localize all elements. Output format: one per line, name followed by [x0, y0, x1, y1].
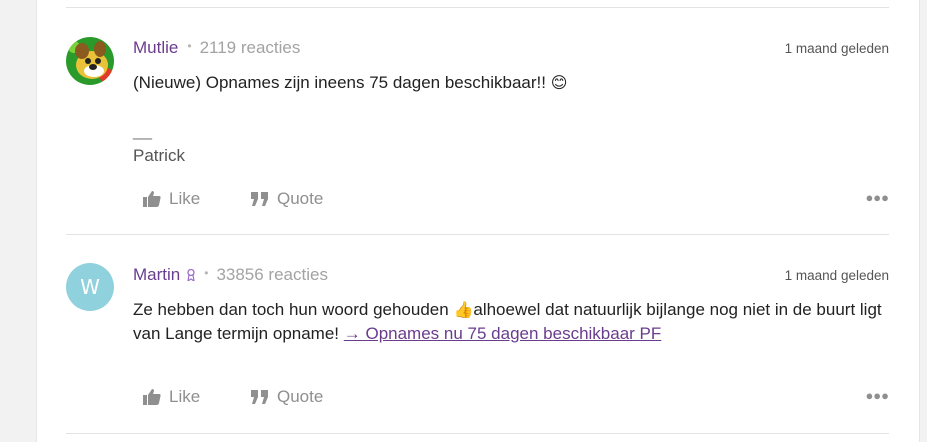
comment-meta: Mutlie • 2119 reacties [133, 38, 300, 58]
quote-icon [251, 192, 268, 206]
divider [66, 234, 889, 235]
like-label: Like [169, 387, 201, 406]
timestamp[interactable]: 1 maand geleden [785, 268, 889, 283]
article-link[interactable]: → Opnames nu 75 dagen beschikbaar PF [344, 324, 662, 343]
comment-actions: Like Quote [143, 387, 323, 407]
dog-cartoon-avatar [66, 37, 114, 85]
like-button[interactable]: Like [143, 189, 251, 209]
comments-card: Mutlie • 2119 reacties 1 maand geleden (… [36, 0, 920, 442]
reaction-count: 2119 reacties [199, 38, 301, 57]
quote-icon [251, 390, 268, 404]
comment-actions: Like Quote [143, 189, 323, 209]
divider [66, 433, 889, 434]
more-options-icon[interactable]: ●●● [865, 388, 889, 403]
signature: Patrick [133, 146, 185, 165]
quote-label: Quote [277, 189, 324, 208]
smile-emoji: 😊 [550, 73, 568, 92]
like-label: Like [169, 189, 201, 208]
thumbs-up-icon [143, 389, 161, 405]
timestamp[interactable]: 1 maand geleden [785, 41, 889, 56]
thumbs-up-emoji: 👍 [453, 300, 474, 319]
quote-button[interactable]: Quote [251, 189, 323, 209]
avatar[interactable] [66, 37, 114, 85]
comment-text: (Nieuwe) Opnames zijn ineens 75 dagen be… [133, 73, 546, 92]
thumbs-up-icon [143, 191, 161, 207]
comment-body: (Nieuwe) Opnames zijn ineens 75 dagen be… [133, 71, 893, 95]
quote-button[interactable]: Quote [251, 387, 323, 407]
separator-dot: • [204, 266, 209, 280]
separator-dot: • [187, 39, 192, 53]
comment-text: Ze hebben dan toch hun woord gehouden [133, 300, 454, 319]
author-name[interactable]: Martin [133, 265, 180, 285]
author-name[interactable]: Mutlie [133, 38, 178, 58]
signature-dash: __ [133, 121, 152, 140]
comment-meta: Martin • 33856 reacties [133, 265, 328, 285]
divider [66, 7, 889, 8]
avatar[interactable]: W [66, 263, 114, 311]
reaction-count: 33856 reacties [216, 265, 328, 284]
like-button[interactable]: Like [143, 387, 251, 407]
more-options-icon[interactable]: ●●● [865, 190, 889, 205]
comment-body: Ze hebben dan toch hun woord gehouden 👍a… [133, 298, 893, 346]
badge-icon [187, 268, 196, 284]
quote-label: Quote [277, 387, 324, 406]
